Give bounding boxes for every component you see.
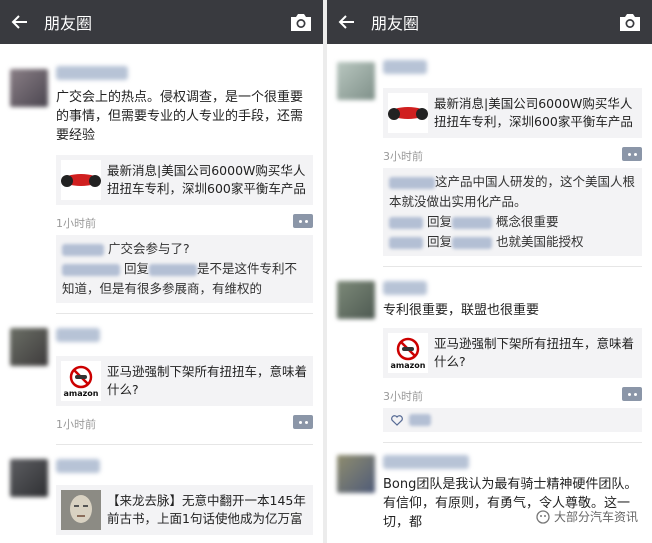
reply-target-name[interactable] [452, 216, 492, 229]
avatar[interactable] [337, 455, 375, 493]
avatar[interactable] [10, 69, 48, 107]
liker-name[interactable] [409, 414, 431, 426]
wechat-official-account-icon [536, 509, 550, 524]
camera-icon [620, 14, 640, 31]
shared-link[interactable]: 【来龙去脉】无意中翻开一本145年前古书，上面1句话使他成为亿万富 [56, 485, 313, 535]
divider [383, 442, 642, 443]
avatar[interactable] [10, 459, 48, 497]
prohibited-hoverboard-icon [396, 337, 420, 360]
shared-link[interactable]: amazon 亚马逊强制下架所有扭扭车，意味着什么? [56, 356, 313, 406]
post-text: 专利很重要，联盟也很重要 [383, 303, 540, 318]
post-time: 1小时前 [56, 217, 96, 230]
hoverboard-thumbnail [388, 93, 428, 133]
hoverboard-icon [388, 107, 428, 120]
top-bar: 朋友圈 [0, 0, 323, 44]
comment-item[interactable]: 回复 也就美国能授权 [389, 232, 636, 252]
hoverboard-thumbnail [61, 160, 101, 200]
right-panel: 朋友圈 最新消息|美国公司6000W购买华人扭扭车专利，深圳600家平衡车产品 … [327, 0, 652, 543]
heart-icon [391, 414, 403, 426]
shared-link-title: 最新消息|美国公司6000W购买华人扭扭车专利，深圳600家平衡车产品 [434, 96, 633, 129]
author-name[interactable] [383, 455, 469, 469]
top-bar: 朋友圈 [327, 0, 652, 44]
amazon-thumbnail: amazon [388, 333, 428, 373]
comment-list: 这产品中国人研发的，这个美国人根本就没做出实用化产品。 回复 概念很重要 回复 … [383, 168, 642, 256]
avatar[interactable] [337, 281, 375, 319]
camera-button[interactable] [618, 11, 642, 33]
moment-post: amazon 亚马逊强制下架所有扭扭车，意味着什么? 1小时前 [0, 328, 323, 445]
comment-button[interactable] [293, 214, 313, 228]
moment-post: 最新消息|美国公司6000W购买华人扭扭车专利，深圳600家平衡车产品 3小时前… [327, 60, 652, 267]
divider [56, 444, 313, 445]
author-name[interactable] [56, 459, 100, 473]
post-text: 广交会上的热点。侵权调查，是一个很重要的事情，但需要专业的人专业的手段，还需要经… [56, 90, 304, 143]
avatar[interactable] [337, 62, 375, 100]
arrow-left-icon [338, 15, 354, 29]
amazon-logo-text: amazon [390, 360, 426, 370]
post-meta: 3小时前 [383, 384, 642, 406]
post-time: 3小时前 [383, 150, 423, 163]
camera-button[interactable] [289, 11, 313, 33]
commenter-name[interactable] [389, 236, 423, 249]
amazon-thumbnail: amazon [61, 361, 101, 401]
post-meta: 3小时前 [383, 144, 642, 166]
comment-item[interactable]: 广交会参与了? [62, 239, 307, 259]
portrait-icon [70, 495, 92, 523]
amazon-logo-text: amazon [63, 388, 99, 398]
comment-item[interactable]: 这产品中国人研发的，这个美国人根本就没做出实用化产品。 [389, 172, 636, 212]
article-thumbnail [61, 490, 101, 530]
post-meta: 1小时前 [56, 412, 313, 434]
comment-item[interactable]: 回复 概念很重要 [389, 212, 636, 232]
author-name[interactable] [383, 281, 427, 295]
back-button[interactable] [327, 0, 367, 44]
back-button[interactable] [0, 0, 40, 44]
moment-post: 广交会上的热点。侵权调查，是一个很重要的事情，但需要专业的人专业的手段，还需要经… [0, 66, 323, 314]
page-title: 朋友圈 [44, 14, 93, 33]
comment-button[interactable] [622, 387, 642, 401]
hoverboard-icon [61, 174, 101, 187]
comment-button[interactable] [293, 415, 313, 429]
left-panel: 朋友圈 广交会上的热点。侵权调查，是一个很重要的事情，但需要专业的人专业的手段，… [0, 0, 323, 543]
arrow-left-icon [11, 15, 27, 29]
shared-link[interactable]: 最新消息|美国公司6000W购买华人扭扭车专利，深圳600家平衡车产品 [56, 155, 313, 205]
likes-row [383, 408, 642, 432]
moment-post: 【来龙去脉】无意中翻开一本145年前古书，上面1句话使他成为亿万富 [0, 459, 323, 535]
post-time: 1小时前 [56, 418, 96, 431]
shared-link[interactable]: 最新消息|美国公司6000W购买华人扭扭车专利，深圳600家平衡车产品 [383, 88, 642, 138]
divider [383, 266, 642, 267]
author-name[interactable] [56, 328, 100, 342]
comment-item[interactable]: 回复 是不是这件专利不知道，但是有很多参展商，有维权的 [62, 259, 307, 299]
post-time: 3小时前 [383, 390, 423, 403]
commenter-name[interactable] [389, 216, 423, 229]
comment-button[interactable] [622, 147, 642, 161]
shared-link-title: 最新消息|美国公司6000W购买华人扭扭车专利，深圳600家平衡车产品 [107, 163, 306, 196]
shared-link-title: 【来龙去脉】无意中翻开一本145年前古书，上面1句话使他成为亿万富 [107, 493, 306, 526]
post-meta: 1小时前 [56, 211, 313, 233]
moment-post: 专利很重要，联盟也很重要 amazon 亚马逊强制下架所有扭扭车，意味着什么? … [327, 281, 652, 443]
prohibited-hoverboard-icon [69, 365, 93, 388]
watermark: 大部分汽车资讯 [536, 508, 638, 525]
author-name[interactable] [56, 66, 128, 80]
divider [56, 313, 313, 314]
reply-target-name[interactable] [452, 236, 492, 249]
comment-list: 广交会参与了? 回复 是不是这件专利不知道，但是有很多参展商，有维权的 [56, 235, 313, 303]
reply-target-name[interactable] [149, 263, 197, 276]
page-title: 朋友圈 [371, 14, 420, 33]
shared-link-title: 亚马逊强制下架所有扭扭车，意味着什么? [434, 336, 635, 369]
camera-icon [291, 14, 311, 31]
author-name[interactable] [383, 60, 427, 74]
shared-link-title: 亚马逊强制下架所有扭扭车，意味着什么? [107, 364, 308, 397]
commenter-name[interactable] [62, 263, 120, 276]
avatar[interactable] [10, 328, 48, 366]
commenter-name[interactable] [62, 243, 104, 256]
commenter-name[interactable] [389, 176, 435, 189]
shared-link[interactable]: amazon 亚马逊强制下架所有扭扭车，意味着什么? [383, 328, 642, 378]
